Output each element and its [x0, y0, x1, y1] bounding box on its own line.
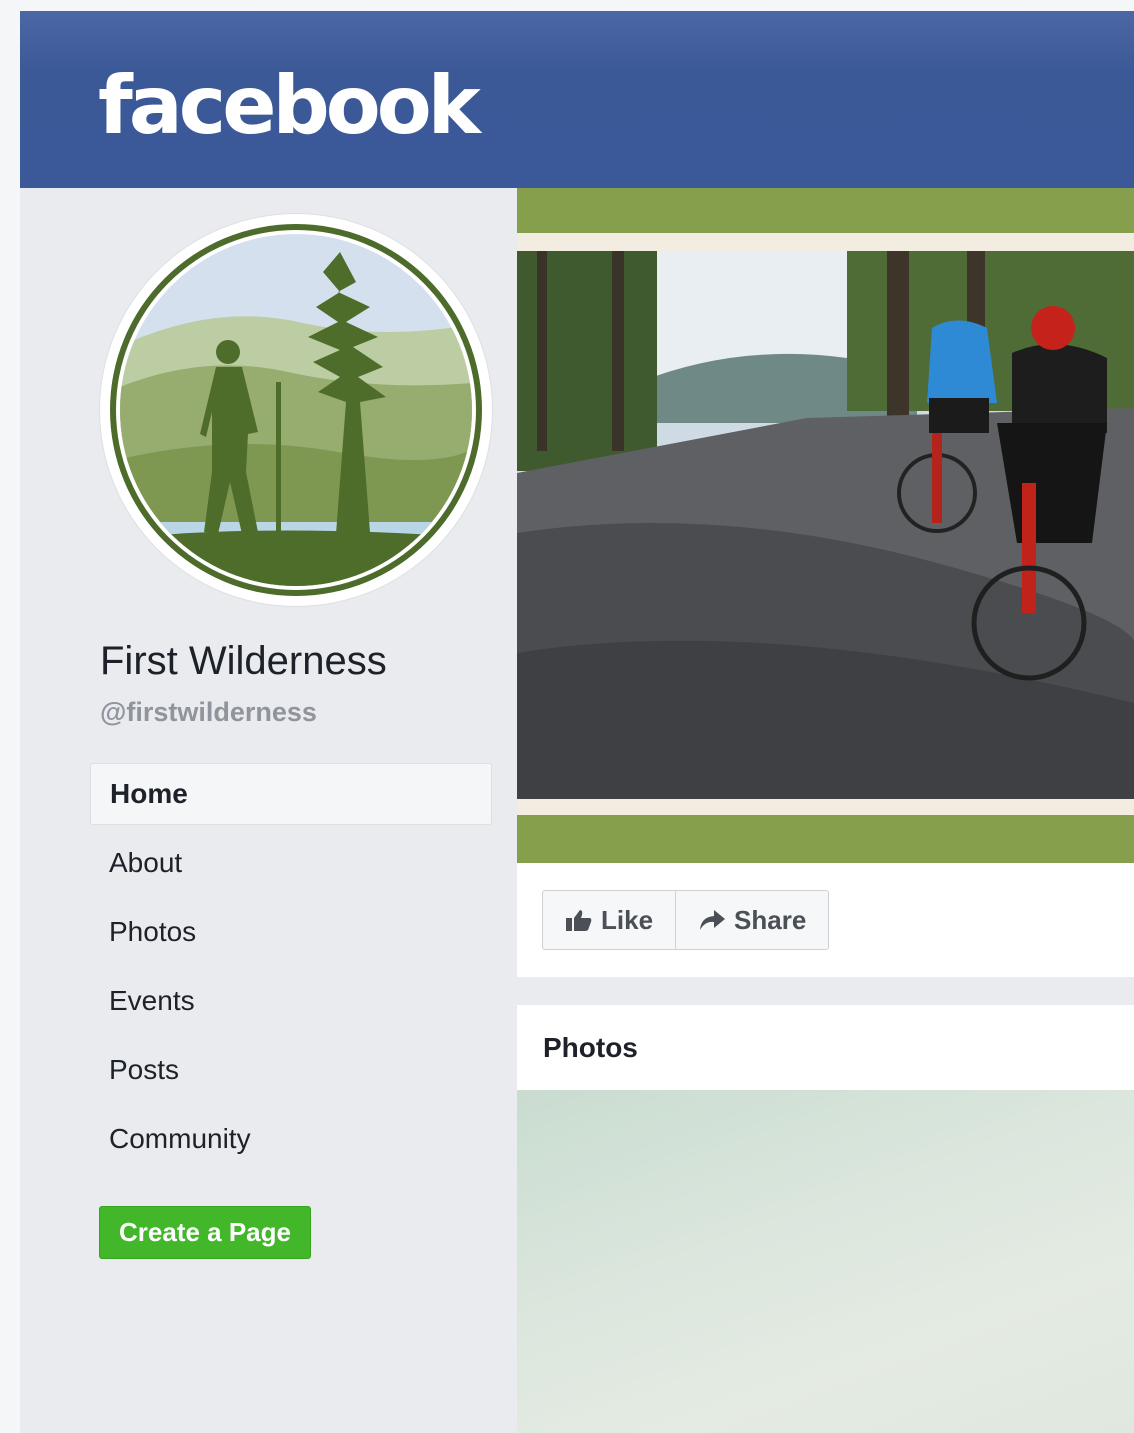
- share-button[interactable]: Share: [675, 891, 828, 949]
- sidebar-item-photos[interactable]: Photos: [90, 901, 492, 963]
- action-button-group: Like Share: [542, 890, 830, 950]
- thumbs-up-icon: [566, 910, 592, 931]
- sidebar-nav: Home About Photos Events Posts Community: [90, 763, 492, 1177]
- page-name: First Wilderness: [100, 639, 387, 683]
- profile-picture[interactable]: [100, 214, 492, 606]
- share-label: Share: [734, 904, 807, 935]
- left-sidebar: First Wilderness @firstwilderness Home A…: [20, 188, 516, 1433]
- create-page-button[interactable]: Create a Page: [99, 1206, 311, 1259]
- sidebar-item-home[interactable]: Home: [90, 763, 492, 825]
- cover-photo[interactable]: [517, 188, 1134, 863]
- page-frame: facebook First Wilderness @firstwilderne…: [20, 11, 1134, 1433]
- sidebar-item-community[interactable]: Community: [90, 1108, 492, 1170]
- like-button[interactable]: Like: [543, 891, 675, 949]
- sidebar-item-events[interactable]: Events: [90, 970, 492, 1032]
- photos-card: Photos: [517, 1005, 1134, 1433]
- photo-thumbnail[interactable]: [517, 1090, 1134, 1433]
- first-wilderness-logo: [110, 224, 482, 596]
- share-arrow-icon: [700, 910, 726, 930]
- sidebar-item-about[interactable]: About: [90, 832, 492, 894]
- cover-image-cyclists: [517, 233, 1134, 815]
- top-bar: facebook: [20, 11, 1134, 188]
- page-actions-card: Like Share: [517, 863, 1134, 977]
- main-column: Like Share Photos: [517, 188, 1134, 1433]
- facebook-logo[interactable]: facebook: [98, 66, 481, 146]
- sidebar-item-posts[interactable]: Posts: [90, 1039, 492, 1101]
- page-handle[interactable]: @firstwilderness: [100, 697, 317, 728]
- like-label: Like: [601, 904, 654, 935]
- photos-title[interactable]: Photos: [517, 1005, 1134, 1090]
